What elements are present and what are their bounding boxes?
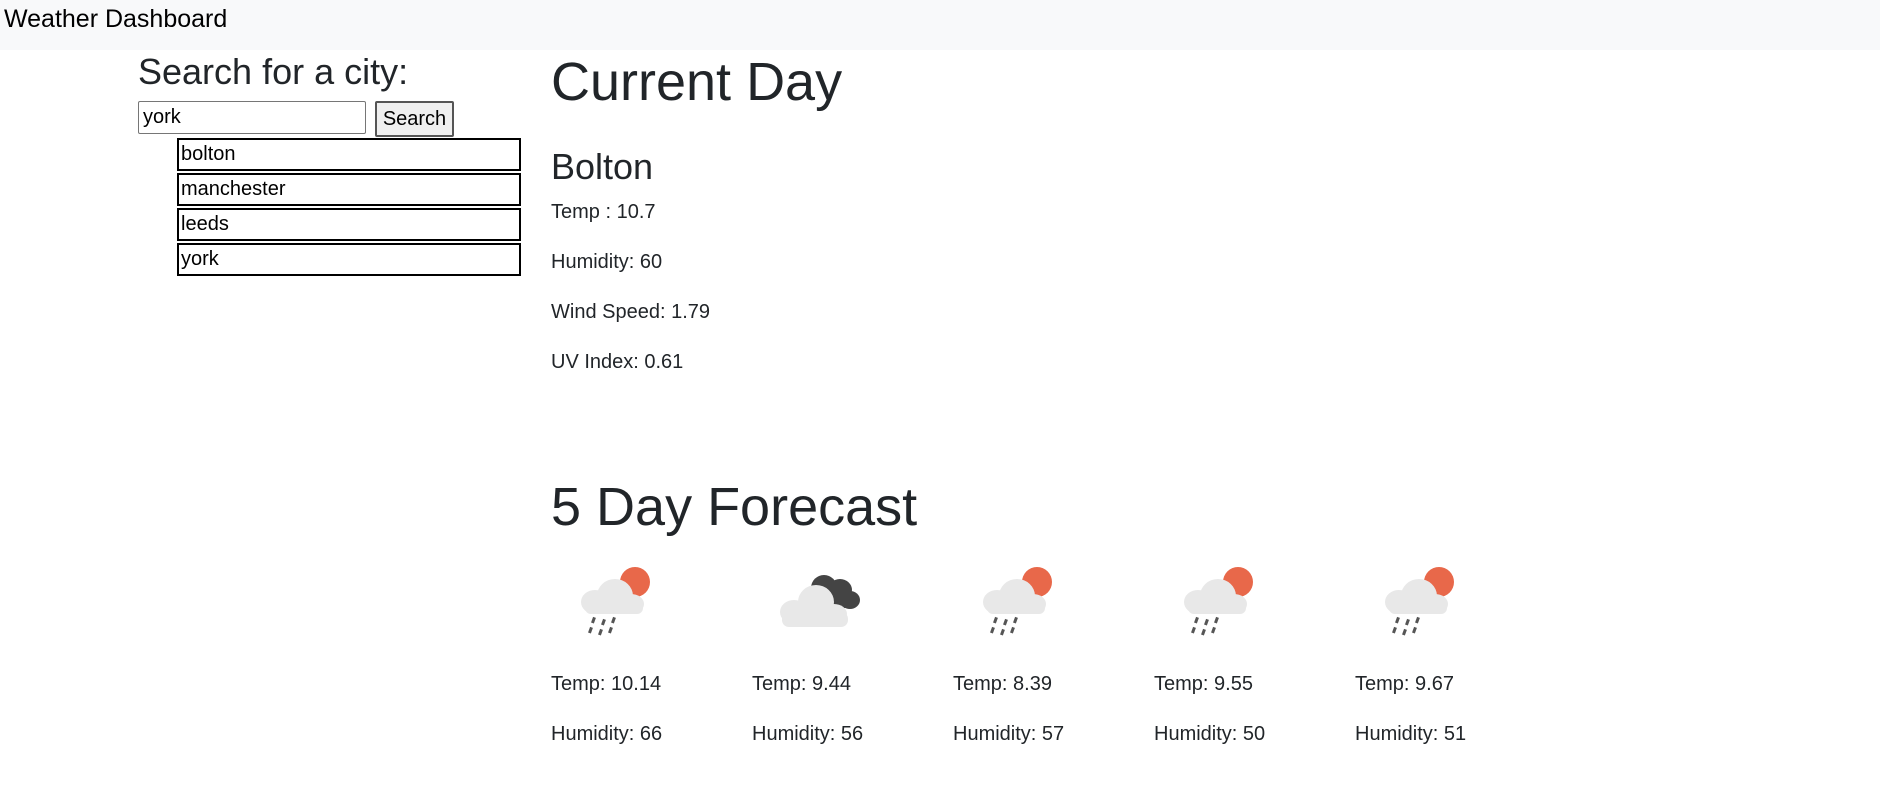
forecast-humidity: Humidity: 50 (1154, 723, 1266, 745)
search-history-list: bolton manchester leeds york (177, 138, 521, 278)
history-item-york[interactable]: york (177, 243, 521, 276)
forecast-humidity: Humidity: 57 (953, 723, 1065, 745)
forecast-humidity: Humidity: 56 (752, 723, 864, 745)
search-title: Search for a city: (138, 51, 409, 92)
forecast-humidity: Humidity: 51 (1355, 723, 1467, 745)
rain-sun-icon (1385, 567, 1454, 636)
forecast-temp: Temp: 9.44 (752, 673, 851, 695)
forecast-humidity: Humidity: 66 (551, 723, 663, 745)
navbar: Weather Dashboard (0, 0, 1880, 50)
cloudy-icon (780, 575, 860, 627)
rain-sun-icon (983, 567, 1052, 636)
forecast-day-card: Temp: 10.14 Humidity: 66 (551, 562, 741, 762)
current-humidity: Humidity: 60 (551, 251, 663, 273)
rain-sun-icon (1184, 567, 1253, 636)
brand-title[interactable]: Weather Dashboard (4, 4, 227, 34)
search-button[interactable]: Search (375, 101, 454, 137)
history-item-manchester[interactable]: manchester (177, 173, 521, 206)
city-search-input[interactable] (138, 101, 366, 134)
forecast-day-card: Temp: 9.67 Humidity: 51 (1355, 562, 1545, 762)
forecast-temp: Temp: 9.55 (1154, 673, 1253, 695)
forecast-heading: 5 Day Forecast (551, 477, 918, 537)
current-temp: Temp : 10.7 (551, 201, 656, 223)
forecast-day-card: Temp: 9.55 Humidity: 50 (1154, 562, 1344, 762)
forecast-temp: Temp: 8.39 (953, 673, 1052, 695)
current-day-heading: Current Day (551, 52, 843, 112)
rain-sun-icon (581, 567, 650, 636)
forecast-row: Temp: 10.14 Humidity: 66 Temp: 9.44 Humi… (551, 562, 1551, 762)
current-wind-speed: Wind Speed: 1.79 (551, 301, 710, 323)
history-item-leeds[interactable]: leeds (177, 208, 521, 241)
current-city-name: Bolton (551, 146, 654, 187)
current-uv-index: UV Index: 0.61 (551, 351, 684, 373)
forecast-day-card: Temp: 8.39 Humidity: 57 (953, 562, 1143, 762)
forecast-temp: Temp: 10.14 (551, 673, 662, 695)
history-item-bolton[interactable]: bolton (177, 138, 521, 171)
forecast-day-card: Temp: 9.44 Humidity: 56 (752, 562, 942, 762)
main-content: Current Day Bolton Temp : 10.7 Humidity:… (551, 50, 1466, 745)
forecast-temp: Temp: 9.67 (1355, 673, 1454, 695)
